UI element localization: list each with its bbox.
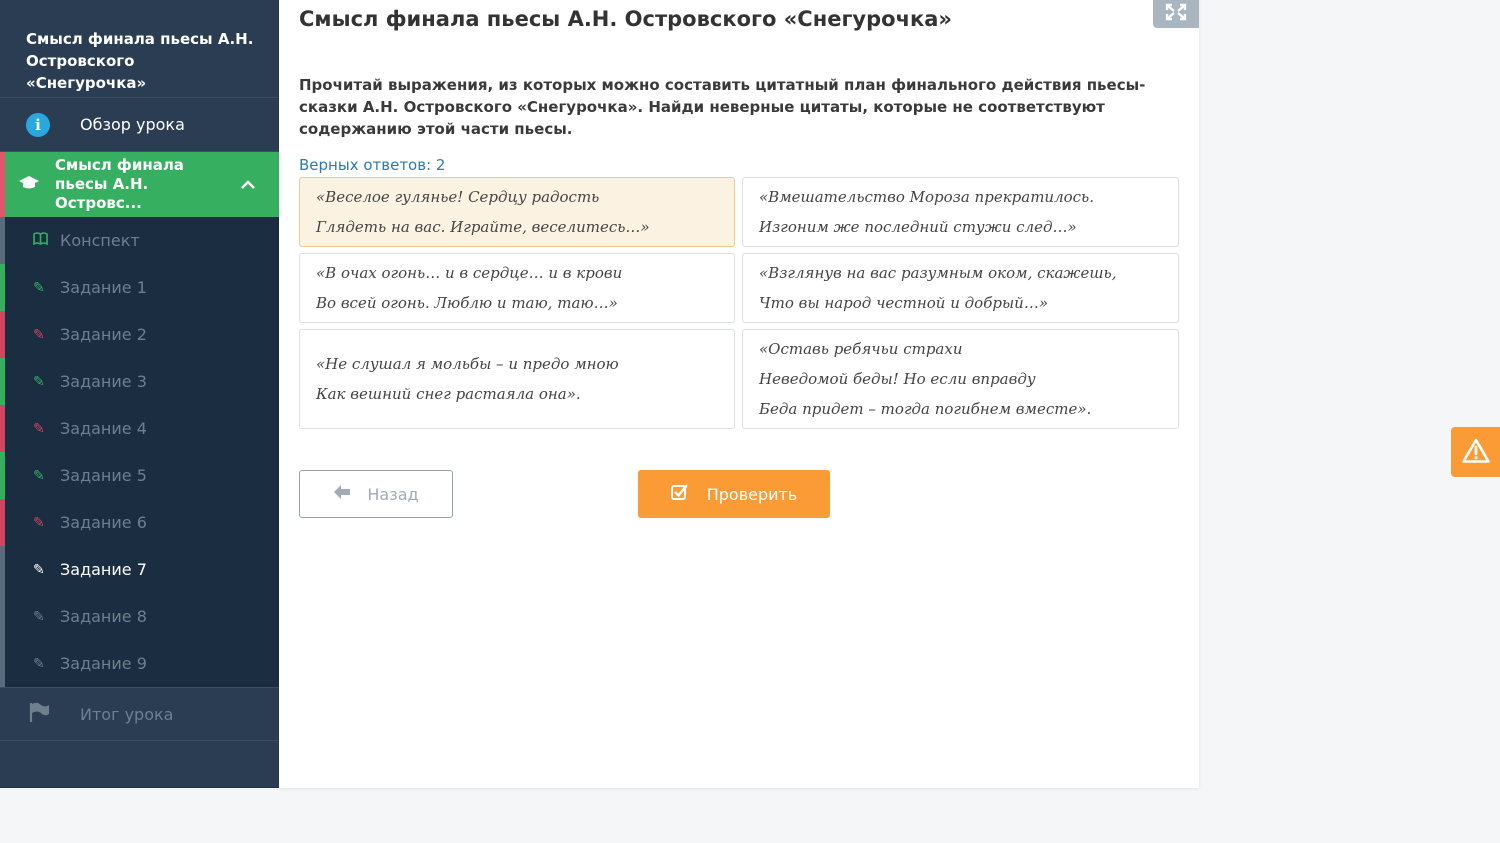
- sidebar-item-task-5[interactable]: ✎ Задание 5: [0, 452, 279, 499]
- sidebar-item-label: Смысл финала пьесы А.Н. Островс...: [55, 156, 184, 212]
- sidebar-item-task-8[interactable]: ✎ Задание 8: [0, 593, 279, 640]
- quote-line: «Веселое гулянье! Сердцу радость: [316, 188, 600, 206]
- quote-card-4[interactable]: «Взглянув на вас разумным оком, скажешь,…: [742, 253, 1179, 323]
- quote-line: Что вы народ честной и добрый…»: [759, 294, 1049, 312]
- edit-icon: ✎: [33, 467, 45, 484]
- task-instruction: Прочитай выражения, из которых можно сос…: [299, 76, 1146, 138]
- edit-icon: ✎: [33, 373, 45, 390]
- task-list: Конспект ✎ Задание 1 ✎ Задание 2 ✎ Задан…: [0, 217, 279, 687]
- quote-line: «Взглянув на вас разумным оком, скажешь,: [759, 264, 1117, 282]
- quote-line: «В очах огонь… и в сердце… и в крови: [316, 264, 623, 282]
- sidebar-item-label: Задание 4: [60, 419, 147, 438]
- back-button[interactable]: Назад: [299, 470, 453, 518]
- report-error-button[interactable]: [1451, 427, 1500, 477]
- sidebar-item-task-9[interactable]: ✎ Задание 9: [0, 640, 279, 687]
- edit-icon: ✎: [33, 326, 45, 343]
- quote-card-5[interactable]: «Не слушал я мольбы – и предо мною Как в…: [299, 329, 735, 429]
- sidebar-item-overview[interactable]: i Обзор урока: [0, 98, 279, 152]
- quote-line: Изгоним же последний стужи след…»: [759, 218, 1077, 236]
- page-title: Смысл финала пьесы А.Н. Островского «Сне…: [299, 7, 952, 31]
- sidebar-item-label: Задание 7: [60, 560, 147, 579]
- quote-line: «Вмешательство Мороза прекратилось.: [759, 188, 1094, 206]
- quote-card-2[interactable]: «Вмешательство Мороза прекратилось. Изго…: [742, 177, 1179, 247]
- sidebar-item-label: Итог урока: [80, 704, 174, 724]
- flag-icon: [28, 701, 50, 728]
- edit-icon: ✎: [33, 608, 45, 625]
- sidebar-item-label: Задание 9: [60, 654, 147, 673]
- edit-icon: ✎: [33, 420, 45, 437]
- sidebar-item-label: Задание 8: [60, 607, 147, 626]
- sidebar-item-label: Задание 6: [60, 513, 147, 532]
- lesson-title: Смысл финала пьесы А.Н. Островского «Сне…: [0, 0, 279, 98]
- sidebar-item-task-4[interactable]: ✎ Задание 4: [0, 405, 279, 452]
- quote-line: «Не слушал я мольбы – и предо мною: [316, 355, 619, 373]
- quote-line: Беда придет – тогда погибнем вместе».: [759, 400, 1092, 418]
- quote-line: «Оставь ребячьи страхи: [759, 340, 963, 358]
- sidebar-item-task-6[interactable]: ✎ Задание 6: [0, 499, 279, 546]
- quote-line: Глядеть на вас. Играйте, веселитесь…»: [316, 218, 650, 236]
- sidebar-item-current-lesson[interactable]: Смысл финала пьесы А.Н. Островс...: [0, 152, 279, 217]
- quote-line: Как вешний снег растаяла она».: [316, 385, 581, 403]
- check-square-icon: [670, 483, 689, 505]
- sidebar-item-task-3[interactable]: ✎ Задание 3: [0, 358, 279, 405]
- sidebar-item-label: Задание 3: [60, 372, 147, 391]
- check-button[interactable]: Проверить: [638, 470, 830, 518]
- sidebar-item-task-1[interactable]: ✎ Задание 1: [0, 264, 279, 311]
- expand-button[interactable]: [1153, 0, 1199, 28]
- expand-icon: [1165, 3, 1187, 26]
- quote-line: Во всей огонь. Люблю и таю, таю…»: [316, 294, 618, 312]
- check-button-label: Проверить: [706, 484, 798, 504]
- info-icon: i: [26, 112, 50, 137]
- sidebar-item-label: Задание 2: [60, 325, 147, 344]
- edit-icon: ✎: [33, 561, 45, 578]
- sidebar-item-label: Задание 1: [60, 278, 147, 297]
- correct-answers-count: Верных ответов: 2: [299, 156, 446, 174]
- chevron-up-icon[interactable]: [241, 175, 255, 194]
- sidebar-item-task-7[interactable]: ✎ Задание 7: [0, 546, 279, 593]
- main-panel: Смысл финала пьесы А.Н. Островского «Сне…: [279, 0, 1199, 788]
- sidebar-item-label: Обзор урока: [80, 115, 185, 134]
- sidebar-footer: [0, 741, 279, 787]
- sidebar-item-label: Конспект: [60, 231, 140, 250]
- arrow-left-icon: [333, 484, 351, 505]
- sidebar-item-task-2[interactable]: ✎ Задание 2: [0, 311, 279, 358]
- sidebar-item-label: Задание 5: [60, 466, 147, 485]
- quote-card-1[interactable]: «Веселое гулянье! Сердцу радость Глядеть…: [299, 177, 735, 247]
- sidebar: Смысл финала пьесы А.Н. Островского «Сне…: [0, 0, 279, 788]
- book-icon: [33, 232, 51, 249]
- edit-icon: ✎: [33, 514, 45, 531]
- graduation-cap-icon: [19, 175, 43, 195]
- back-button-label: Назад: [367, 484, 419, 504]
- sidebar-item-konspekt[interactable]: Конспект: [0, 217, 279, 264]
- edit-icon: ✎: [33, 655, 45, 672]
- sidebar-item-summary[interactable]: Итог урока: [0, 687, 279, 741]
- warning-icon: [1461, 438, 1490, 467]
- edit-icon: ✎: [33, 279, 45, 296]
- quote-card-6[interactable]: «Оставь ребячьи страхи Неведомой беды! Н…: [742, 329, 1179, 429]
- quote-line: Неведомой беды! Но если вправду: [759, 370, 1036, 388]
- quote-card-3[interactable]: «В очах огонь… и в сердце… и в крови Во …: [299, 253, 735, 323]
